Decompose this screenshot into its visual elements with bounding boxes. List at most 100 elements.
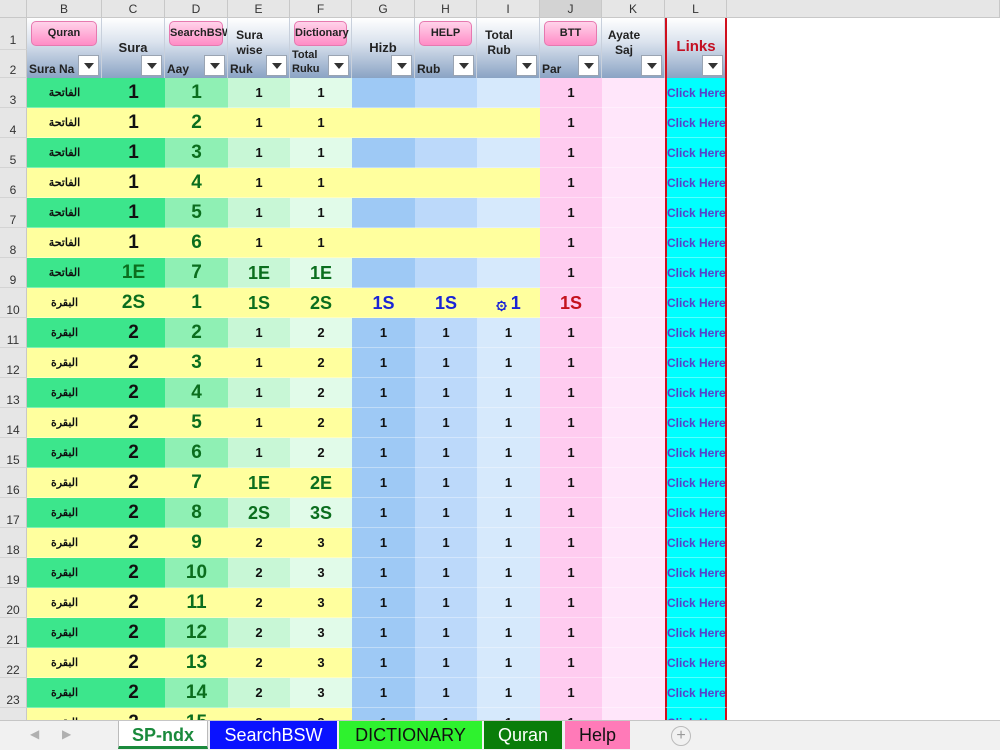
click-here-link[interactable]: Click Here: [667, 446, 725, 460]
filter-dropdown-button[interactable]: [328, 55, 349, 76]
click-here-link[interactable]: Click Here: [667, 326, 725, 340]
column-header-c[interactable]: C: [102, 0, 165, 18]
sheet-tab-dictionary[interactable]: DICTIONARY: [339, 721, 482, 749]
link-cell[interactable]: Click Here: [665, 678, 727, 708]
row-header[interactable]: 5: [0, 138, 27, 168]
click-here-link[interactable]: Click Here: [667, 296, 725, 310]
row-header[interactable]: 6: [0, 168, 27, 198]
link-cell[interactable]: Click Here: [665, 258, 727, 288]
column-header-i[interactable]: I: [477, 0, 540, 18]
row-header[interactable]: 22: [0, 648, 27, 678]
row-header[interactable]: 4: [0, 108, 27, 138]
row-header[interactable]: 19: [0, 558, 27, 588]
link-cell[interactable]: Click Here: [665, 558, 727, 588]
link-cell[interactable]: Click Here: [665, 108, 727, 138]
click-here-link[interactable]: Click Here: [667, 536, 725, 550]
header-link-button[interactable]: BTT: [544, 21, 597, 46]
row-header-2[interactable]: 2: [0, 50, 27, 78]
row-header-1[interactable]: 1: [0, 18, 27, 50]
link-cell[interactable]: Click Here: [665, 468, 727, 498]
column-header-g[interactable]: G: [352, 0, 415, 18]
link-cell[interactable]: Click Here: [665, 618, 727, 648]
filter-dropdown-button[interactable]: [204, 55, 225, 76]
column-header-j[interactable]: J: [540, 0, 602, 18]
link-cell[interactable]: Click Here: [665, 648, 727, 678]
link-cell[interactable]: Click Here: [665, 288, 727, 318]
sheet-tab-quran[interactable]: Quran: [484, 721, 562, 749]
link-cell[interactable]: Click Here: [665, 168, 727, 198]
link-cell[interactable]: Click Here: [665, 438, 727, 468]
filter-dropdown-button[interactable]: [141, 55, 162, 76]
row-header[interactable]: 21: [0, 618, 27, 648]
row-header[interactable]: 18: [0, 528, 27, 558]
click-here-link[interactable]: Click Here: [667, 356, 725, 370]
click-here-link[interactable]: Click Here: [667, 236, 725, 250]
link-cell[interactable]: Click Here: [665, 348, 727, 378]
link-cell[interactable]: Click Here: [665, 408, 727, 438]
filter-dropdown-button[interactable]: [391, 55, 412, 76]
click-here-link[interactable]: Click Here: [667, 656, 725, 670]
row-header[interactable]: 16: [0, 468, 27, 498]
empty-sheet-area[interactable]: [729, 78, 1000, 720]
column-header-e[interactable]: E: [228, 0, 290, 18]
click-here-link[interactable]: Click Here: [667, 566, 725, 580]
click-here-link[interactable]: Click Here: [667, 476, 725, 490]
link-cell[interactable]: Click Here: [665, 498, 727, 528]
row-header[interactable]: 10: [0, 288, 27, 318]
link-cell[interactable]: Click Here: [665, 378, 727, 408]
link-cell[interactable]: Click Here: [665, 318, 727, 348]
sheet-tab-help[interactable]: Help: [565, 721, 630, 749]
sheet-tab-sp-ndx[interactable]: SP-ndx: [118, 721, 208, 749]
next-sheet-icon[interactable]: ▶: [62, 727, 71, 741]
filter-dropdown-button[interactable]: [78, 55, 99, 76]
click-here-link[interactable]: Click Here: [667, 206, 725, 220]
link-cell[interactable]: Click Here: [665, 138, 727, 168]
header-link-button[interactable]: Dictionary: [294, 21, 349, 46]
filter-dropdown-button[interactable]: [453, 55, 474, 76]
filter-dropdown-button[interactable]: [641, 55, 662, 76]
column-header-l[interactable]: L: [665, 0, 727, 18]
row-header[interactable]: 7: [0, 198, 27, 228]
link-cell[interactable]: Click Here: [665, 198, 727, 228]
column-header-f[interactable]: F: [290, 0, 352, 18]
column-header-b[interactable]: B: [27, 0, 102, 18]
filter-dropdown-button[interactable]: [702, 55, 723, 76]
row-header[interactable]: 3: [0, 78, 27, 108]
click-here-link[interactable]: Click Here: [667, 146, 725, 160]
click-here-link[interactable]: Click Here: [667, 686, 725, 700]
filter-dropdown-button[interactable]: [578, 55, 599, 76]
link-cell[interactable]: Click Here: [665, 588, 727, 618]
row-header[interactable]: 17: [0, 498, 27, 528]
sheet-tab-searchbsw[interactable]: SearchBSW: [210, 721, 337, 749]
link-cell[interactable]: Click Here: [665, 528, 727, 558]
click-here-link[interactable]: Click Here: [667, 176, 725, 190]
add-sheet-icon[interactable]: +: [671, 726, 691, 746]
prev-sheet-icon[interactable]: ◀: [30, 727, 39, 741]
click-here-link[interactable]: Click Here: [667, 266, 725, 280]
row-header[interactable]: 14: [0, 408, 27, 438]
filter-dropdown-button[interactable]: [266, 55, 287, 76]
filter-dropdown-button[interactable]: [516, 55, 537, 76]
column-header-k[interactable]: K: [602, 0, 665, 18]
header-link-button[interactable]: HELP: [419, 21, 472, 46]
click-here-link[interactable]: Click Here: [667, 86, 725, 100]
row-header[interactable]: 15: [0, 438, 27, 468]
row-header[interactable]: 8: [0, 228, 27, 258]
click-here-link[interactable]: Click Here: [667, 386, 725, 400]
row-header[interactable]: 23: [0, 678, 27, 708]
header-link-button[interactable]: SearchBSW: [169, 21, 227, 46]
click-here-link[interactable]: Click Here: [667, 626, 725, 640]
click-here-link[interactable]: Click Here: [667, 116, 725, 130]
click-here-link[interactable]: Click Here: [667, 596, 725, 610]
row-header[interactable]: 9: [0, 258, 27, 288]
header-link-button[interactable]: Quran: [31, 21, 97, 46]
row-header[interactable]: 13: [0, 378, 27, 408]
row-header[interactable]: 11: [0, 318, 27, 348]
click-here-link[interactable]: Click Here: [667, 416, 725, 430]
select-all-corner[interactable]: [0, 0, 27, 18]
column-header-h[interactable]: H: [415, 0, 477, 18]
link-cell[interactable]: Click Here: [665, 78, 727, 108]
click-here-link[interactable]: Click Here: [667, 506, 725, 520]
row-header[interactable]: 20: [0, 588, 27, 618]
column-header-d[interactable]: D: [165, 0, 228, 18]
